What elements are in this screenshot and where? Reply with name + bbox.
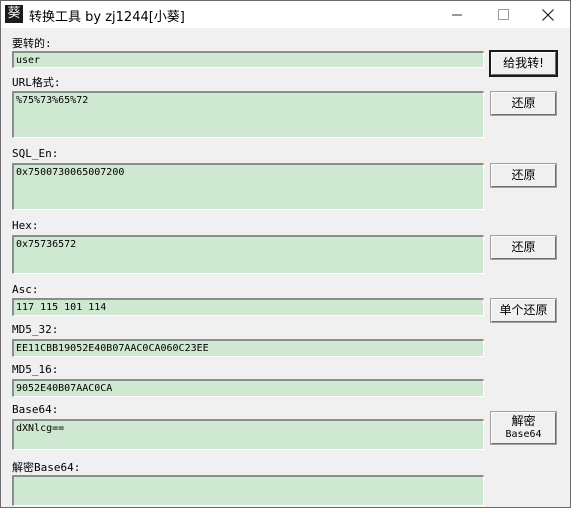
- asc-label: Asc:: [12, 283, 39, 296]
- background-window-strip: [0, 508, 573, 518]
- decode-base64-button[interactable]: 解密 Base64: [490, 411, 557, 445]
- url-field[interactable]: %75%73%65%72: [12, 91, 484, 138]
- convert-button[interactable]: 给我转!: [489, 50, 558, 77]
- sql-en-field[interactable]: 0x7500730065007200: [12, 163, 484, 210]
- hex-label: Hex:: [12, 219, 39, 232]
- hex-field[interactable]: 0x75736572: [12, 235, 484, 274]
- decode-base64-field[interactable]: [12, 475, 484, 506]
- sql-en-label: SQL_En:: [12, 147, 59, 160]
- minimize-icon: [451, 14, 462, 16]
- base64-field[interactable]: dXNlcg==: [12, 419, 484, 450]
- converter-window: 葵 转换工具 by zj1244[小葵] 要转的: user 给我转! URL格…: [0, 0, 571, 508]
- window-title: 转换工具 by zj1244[小葵]: [29, 10, 185, 25]
- input-label: 要转的:: [12, 37, 52, 50]
- input-field[interactable]: user: [12, 51, 484, 68]
- decode-button-line2: Base64: [505, 429, 542, 440]
- close-icon: [542, 8, 554, 21]
- md5-32-label: MD5_32:: [12, 323, 59, 336]
- md5-16-label: MD5_16:: [12, 363, 59, 376]
- decode-button-line1: 解密: [511, 414, 536, 428]
- asc-field[interactable]: 117 115 101 114: [12, 298, 484, 316]
- decode-base64-label: 解密Base64:: [12, 461, 81, 474]
- minimize-button[interactable]: [434, 1, 480, 28]
- restore-url-button[interactable]: 还原: [490, 91, 557, 116]
- maximize-button[interactable]: [480, 1, 526, 28]
- app-icon: 葵: [5, 5, 23, 23]
- restore-asc-button[interactable]: 单个还原: [490, 298, 557, 323]
- url-label: URL格式:: [12, 76, 61, 89]
- maximize-icon: [497, 9, 509, 20]
- title-bar[interactable]: 葵 转换工具 by zj1244[小葵]: [1, 1, 570, 28]
- restore-hex-button[interactable]: 还原: [490, 235, 557, 260]
- base64-label: Base64:: [12, 403, 59, 416]
- restore-sql-button[interactable]: 还原: [490, 163, 557, 188]
- md5-16-field[interactable]: 9052E40B07AAC0CA: [12, 379, 484, 397]
- md5-32-field[interactable]: EE11CBB19052E40B07AAC0CA060C23EE: [12, 339, 484, 357]
- close-button[interactable]: [525, 1, 571, 28]
